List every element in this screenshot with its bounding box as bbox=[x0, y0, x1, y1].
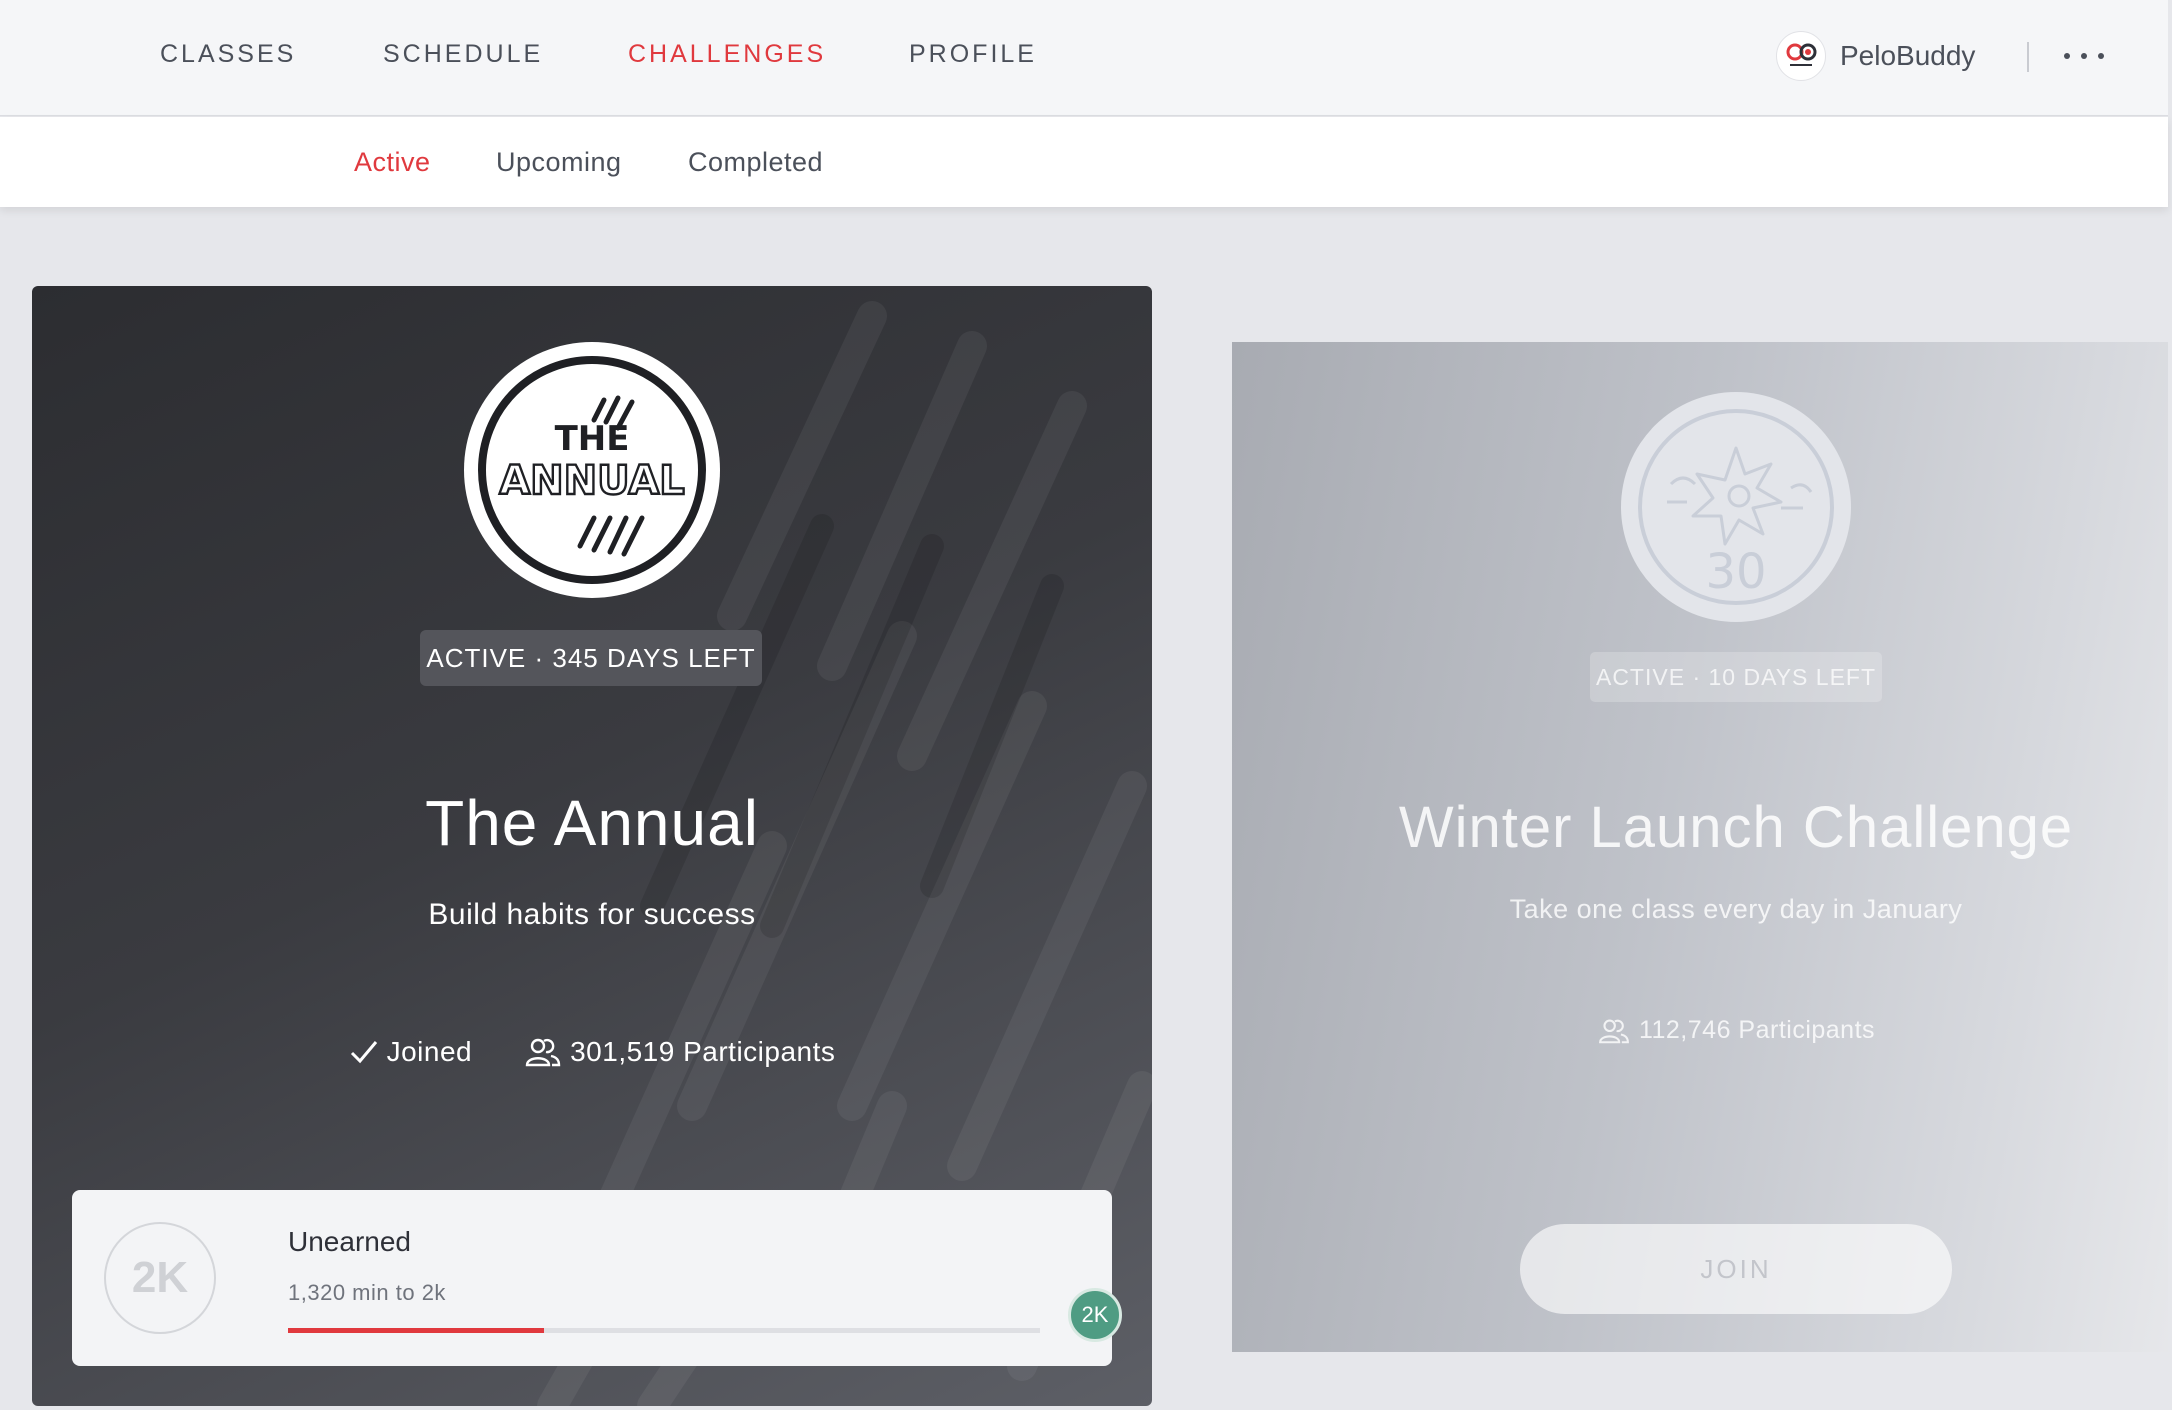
username: PeloBuddy bbox=[1840, 40, 1976, 71]
status-badge: ACTIVE · 10 DAYS LEFT bbox=[1590, 652, 1882, 702]
more-horizontal-icon[interactable] bbox=[2064, 38, 2104, 74]
participants-label: 112,746 Participants bbox=[1638, 1016, 1876, 1044]
join-button[interactable]: JOIN bbox=[1520, 1224, 1952, 1314]
pelobuddy-logo-icon bbox=[1776, 31, 1826, 81]
2k-badge-icon: 2K bbox=[104, 1222, 216, 1334]
badge-line2: ANNUAL bbox=[499, 458, 685, 504]
challenge-card-winter-launch[interactable]: 30 ACTIVE · 10 DAYS LEFT Winter Launch C… bbox=[1232, 342, 2168, 1352]
participants-count: 301,519 Participants bbox=[524, 1036, 835, 1068]
nav-profile[interactable]: PROFILE bbox=[909, 40, 1037, 69]
participants-icon bbox=[1599, 1019, 1629, 1043]
challenge-subtitle: Take one class every day in January bbox=[1509, 894, 1963, 924]
divider bbox=[2027, 42, 2029, 72]
progress-subtitle: 1,320 min to 2k bbox=[288, 1280, 446, 1305]
progress-track bbox=[288, 1328, 1040, 1333]
winter-challenge-badge-icon: 30 bbox=[1621, 392, 1851, 622]
challenge-card-annual[interactable]: THE ANNUAL ACTIVE · 345 DAYS LEFT The An… bbox=[32, 286, 1152, 1406]
goal-badge-icon: 2K bbox=[1068, 1288, 1122, 1342]
status-badge: ACTIVE · 345 DAYS LEFT bbox=[420, 630, 762, 686]
joined-status: Joined bbox=[349, 1036, 473, 1068]
tab-upcoming[interactable]: Upcoming bbox=[496, 147, 622, 178]
joined-label: Joined bbox=[386, 1036, 473, 1067]
challenge-subtitle: Build habits for success bbox=[428, 898, 756, 931]
challenge-title: The Annual bbox=[425, 787, 759, 859]
tab-active[interactable]: Active bbox=[354, 147, 431, 178]
nav-schedule[interactable]: SCHEDULE bbox=[383, 40, 543, 69]
badge-number: 30 bbox=[1705, 544, 1766, 600]
challenge-title: Winter Launch Challenge bbox=[1398, 795, 2074, 860]
challenge-meta: Joined 301,519 Participants bbox=[32, 1036, 1152, 1068]
user-profile-menu[interactable]: PeloBuddy bbox=[1776, 30, 1975, 82]
participants-icon bbox=[525, 1038, 561, 1067]
checkmark-icon bbox=[350, 1041, 377, 1064]
top-navigation: CLASSES SCHEDULE CHALLENGES PROFILE Pelo… bbox=[0, 0, 2168, 116]
progress-title: Unearned bbox=[288, 1226, 411, 1257]
challenge-filter-tabs: Active Upcoming Completed bbox=[0, 117, 2168, 207]
nav-classes[interactable]: CLASSES bbox=[160, 40, 296, 69]
badge-line1: THE bbox=[555, 419, 630, 459]
nav-challenges[interactable]: CHALLENGES bbox=[628, 40, 826, 69]
participants-count: 112,746 Participants bbox=[1232, 1016, 2168, 1045]
participants-label: 301,519 Participants bbox=[570, 1036, 836, 1067]
tab-completed[interactable]: Completed bbox=[688, 147, 823, 178]
progress-card[interactable]: 2K Unearned 1,320 min to 2k 2K bbox=[72, 1190, 1122, 1366]
annual-challenge-badge-icon: THE ANNUAL bbox=[464, 342, 720, 598]
progress-fill bbox=[288, 1328, 544, 1333]
